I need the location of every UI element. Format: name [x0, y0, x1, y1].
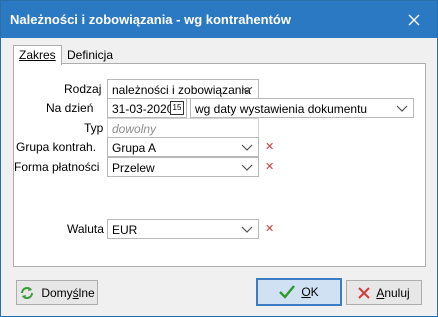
- rodzaj-value: należności i zobowiązania: [112, 83, 251, 97]
- chevron-down-icon: [241, 86, 253, 93]
- forma-value: Przelew: [112, 161, 155, 175]
- default-button[interactable]: Domyślne: [16, 280, 98, 305]
- chevron-down-icon: [241, 144, 253, 151]
- tab-panel-zakres: Rodzaj należności i zobowiązania Na dzie…: [13, 63, 426, 267]
- waluta-select[interactable]: EUR: [107, 219, 259, 239]
- window-title: Należności i zobowiązania - wg kontrahen…: [10, 12, 291, 27]
- clear-forma-button[interactable]: ✕: [265, 160, 274, 173]
- date-input[interactable]: 31-03-2020 15: [107, 98, 187, 118]
- grupa-label: Grupa kontrah.: [16, 140, 97, 154]
- waluta-label: Waluta: [67, 222, 104, 236]
- ok-button-label: OK: [301, 285, 319, 299]
- typ-label: Typ: [84, 121, 104, 135]
- clear-grupa-button[interactable]: ✕: [265, 140, 274, 153]
- typ-select: dowolny: [107, 118, 259, 138]
- chevron-down-icon: [241, 164, 253, 171]
- forma-label: Forma płatności: [14, 160, 100, 174]
- ok-button[interactable]: OK: [256, 278, 342, 306]
- rodzaj-label: Rodzaj: [64, 82, 102, 96]
- checkmark-icon: [279, 285, 296, 299]
- na-dzien-label: Na dzień: [46, 101, 94, 115]
- chevron-down-icon: [396, 105, 408, 112]
- tab-zakres[interactable]: Zakres: [13, 45, 62, 65]
- tab-zakres-label: Zakres: [19, 48, 56, 62]
- dialog-window: Należności i zobowiązania - wg kontrahen…: [0, 0, 438, 317]
- refresh-icon: [21, 286, 34, 299]
- waluta-value: EUR: [112, 223, 138, 237]
- date-basis-select[interactable]: wg daty wystawienia dokumentu: [190, 98, 414, 118]
- close-button[interactable]: [391, 1, 437, 38]
- chevron-down-icon: [241, 226, 253, 233]
- forma-select[interactable]: Przelew: [107, 157, 259, 177]
- rodzaj-select[interactable]: należności i zobowiązania: [107, 79, 259, 99]
- calendar-icon[interactable]: 15: [170, 101, 184, 115]
- date-basis-value: wg daty wystawienia dokumentu: [195, 102, 368, 116]
- title-bar: Należności i zobowiązania - wg kontrahen…: [1, 1, 437, 38]
- typ-value: dowolny: [112, 122, 157, 136]
- cancel-x-icon: [358, 286, 371, 299]
- close-icon: [408, 14, 420, 25]
- tab-definicja[interactable]: Definicja: [62, 46, 118, 64]
- date-value: 31-03-2020: [112, 102, 174, 116]
- cancel-button[interactable]: Anuluj: [346, 280, 422, 305]
- grupa-select[interactable]: Grupa A: [107, 137, 259, 157]
- default-button-label: Domyślne: [41, 285, 95, 300]
- clear-waluta-button[interactable]: ✕: [265, 222, 274, 235]
- cancel-button-label: Anuluj: [376, 285, 410, 300]
- tab-definicja-label: Definicja: [67, 48, 114, 62]
- grupa-value: Grupa A: [112, 141, 157, 155]
